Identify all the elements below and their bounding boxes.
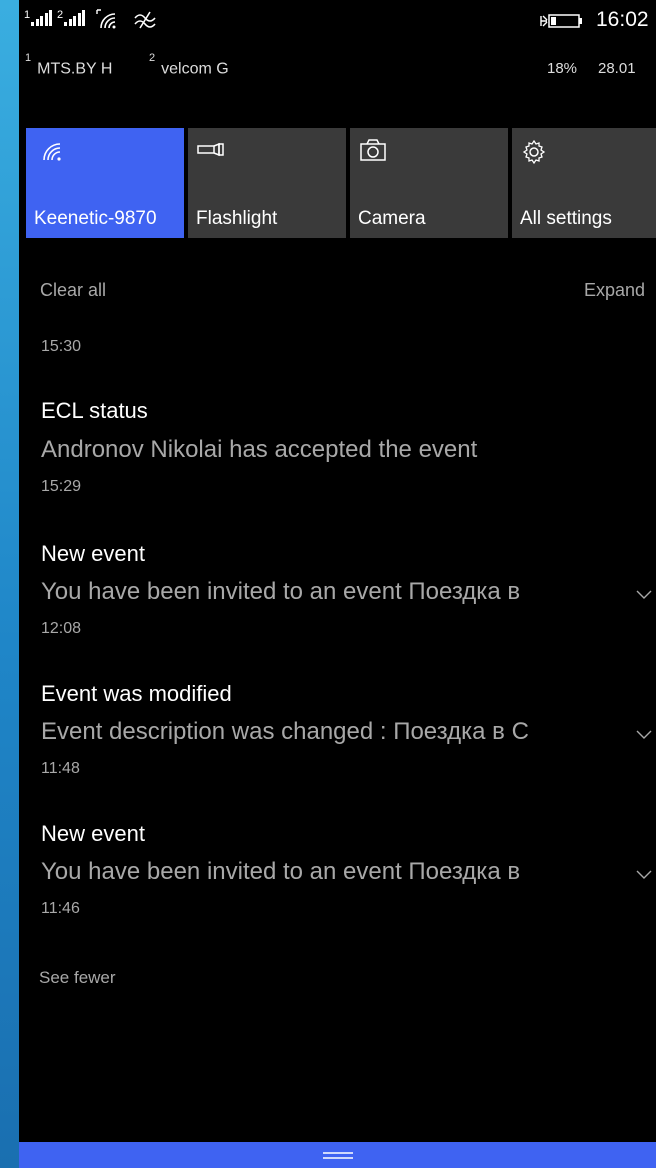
clock-time: 16:02 — [596, 8, 649, 31]
quick-action-flashlight[interactable]: Flashlight — [188, 128, 346, 238]
clear-all-button[interactable]: Clear all — [40, 280, 106, 301]
notification-title: New event — [41, 821, 145, 846]
carrier1-name: MTS.BY H — [37, 60, 113, 78]
notification-body: Event description was changed : Поездка … — [41, 718, 529, 745]
quick-action-label: Camera — [358, 208, 426, 229]
quick-action-camera[interactable]: Camera — [350, 128, 508, 238]
sim1-index: 1 — [24, 9, 31, 21]
wifi-status-icon — [96, 9, 116, 29]
action-center: 1 2 1 MTS.BY H 2 velcom G 16:02 18% 28.01 — [19, 0, 656, 1168]
camera-icon — [360, 139, 386, 161]
carrier2-name: velcom G — [161, 60, 229, 78]
notification-body: Andronov Nikolai has accepted the event — [41, 436, 478, 463]
notification-time: 11:48 — [41, 760, 80, 777]
battery-percent: 18% — [547, 60, 578, 77]
quick-action-all-settings[interactable]: All settings — [512, 128, 656, 238]
sim2-signal-icon: 2 — [57, 9, 86, 26]
gear-icon — [522, 139, 546, 165]
carrier2-label: 2 velcom G — [149, 52, 229, 78]
notification-time: 15:29 — [41, 478, 82, 495]
notification-title: ECL status — [41, 398, 148, 423]
chevron-down-icon[interactable] — [636, 586, 652, 602]
battery-icon — [540, 14, 582, 28]
notification-body: You have been invited to an event Поездк… — [41, 858, 521, 885]
quick-action-label: Flashlight — [196, 208, 278, 229]
flashlight-icon — [197, 142, 224, 157]
date-label: 28.01 — [598, 60, 636, 77]
see-fewer-button[interactable]: See fewer — [39, 968, 116, 988]
notification-title: Event was modified — [41, 681, 232, 706]
sim1-signal-icon: 1 — [24, 9, 53, 26]
expand-button[interactable]: Expand — [584, 280, 645, 301]
drag-handle-icon[interactable] — [321, 1150, 355, 1160]
carrier2-index: 2 — [149, 52, 156, 64]
chevron-down-icon[interactable] — [636, 726, 652, 742]
chevron-down-icon[interactable] — [636, 866, 652, 882]
wifi-icon — [43, 143, 61, 161]
carrier1-label: 1 MTS.BY H — [25, 52, 113, 78]
airplane-mode-icon — [134, 11, 156, 29]
notification-body: You have been invited to an event Поездк… — [41, 578, 521, 605]
notification-time: 11:46 — [41, 900, 80, 917]
quick-action-label: Keenetic-9870 — [34, 208, 157, 229]
carrier1-index: 1 — [25, 52, 32, 64]
notification-title: New event — [41, 541, 145, 566]
group-time: 15:30 — [41, 338, 82, 355]
notification-time: 12:08 — [41, 620, 82, 637]
quick-action-label: All settings — [520, 208, 612, 229]
bottom-handle-bar[interactable] — [19, 1142, 656, 1168]
sim2-index: 2 — [57, 9, 64, 21]
quick-action-wifi[interactable]: Keenetic-9870 — [26, 128, 184, 238]
